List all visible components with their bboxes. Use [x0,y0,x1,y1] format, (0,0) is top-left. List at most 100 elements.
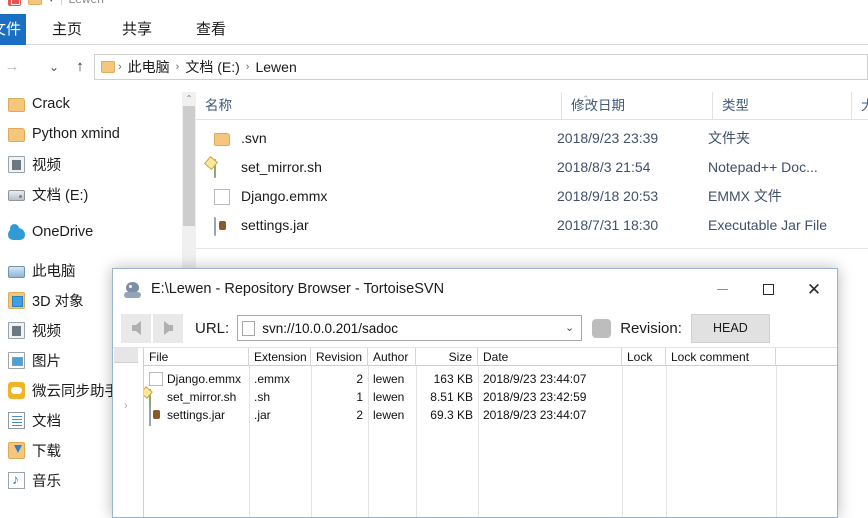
dialog-title-bar[interactable]: E:\Lewen - Repository Browser - Tortoise… [113,269,837,309]
breadcrumb-lewen[interactable]: Lewen [250,59,301,75]
table-row[interactable]: set_mirror.sh .sh 1 lewen 8.51 KB 2018/9… [144,388,837,408]
table-row[interactable]: Django.emmx .emmx 2 lewen 163 KB 2018/9/… [144,370,837,388]
column-header-name[interactable]: 名称 [196,92,561,120]
dialog-title: E:\Lewen - Repository Browser - Tortoise… [151,281,445,297]
sidebar-item-label: Crack [32,96,70,112]
tab-view[interactable]: 查看 [186,14,236,45]
cell-date: 2018/8/3 21:54 [557,159,651,175]
sidebar-item-drive-e[interactable]: 文档 (E:) [0,179,196,209]
repository-browser-dialog: E:\Lewen - Repository Browser - Tortoise… [112,268,838,518]
up-button[interactable]: ↑ [70,57,90,77]
cell-file: set_mirror.sh [167,390,237,404]
table-row[interactable]: settings.jar .jar 2 lewen 69.3 KB 2018/9… [144,406,837,426]
scroll-up-icon[interactable]: ⌃ [182,92,196,106]
cell-extension: .emmx [254,372,290,386]
tortoisesvn-icon [123,280,143,299]
column-header-size[interactable]: Size [416,348,478,366]
sidebar-item-label: 视频 [32,157,61,174]
window-title: Lewen [69,0,104,6]
close-button[interactable]: ✕ [791,269,837,309]
sidebar-item-videos[interactable]: 视频 [0,149,196,179]
weiyun-icon [8,381,25,399]
sidebar-item-python-xmind[interactable]: Python xmind [0,119,196,149]
column-header-date-modified[interactable]: 修改日期 [561,92,712,120]
column-header-lock[interactable]: Lock [622,348,666,366]
url-value: svn://10.0.0.201/sadoc [262,320,399,336]
cell-name: settings.jar [241,217,309,233]
dialog-toolbar: URL: svn://10.0.0.201/sadoc ⌄ Revision: … [113,309,837,348]
column-header-date[interactable]: Date [478,348,622,366]
tab-file[interactable]: 文件 [0,14,26,45]
back-button[interactable]: → [2,57,22,77]
cell-date: 2018/9/23 23:44:07 [483,372,587,386]
cell-revision: 2 [356,408,363,422]
chevron-down-icon[interactable]: ▾ [49,0,54,4]
sidebar-item-label: 视频 [32,323,61,340]
sidebar-item-onedrive[interactable]: OneDrive [0,217,196,247]
chevron-down-icon[interactable]: ⌄ [565,321,574,334]
file-list: .svn 2018/9/23 23:39 文件夹 set_mirror.sh 2… [196,124,868,248]
breadcrumb-this-pc[interactable]: 此电脑 [123,57,175,77]
cell-revision: 2 [356,372,363,386]
scrollbar-thumb[interactable] [183,106,195,226]
sidebar-item-label: 此电脑 [32,263,76,280]
cell-date: 2018/7/31 18:30 [557,217,659,233]
table-row[interactable]: .svn 2018/9/23 23:39 文件夹 [196,124,868,153]
drive-icon [8,190,25,201]
address-bar-row: → ⌄ ↑ › 此电脑 › 文档 (E:) › Lewen [0,45,868,89]
column-header-revision[interactable]: Revision [311,348,368,366]
breadcrumb-drive[interactable]: 文档 (E:) [180,57,244,77]
column-header-extension[interactable]: Extension [249,348,311,366]
divider [196,248,868,249]
table-row[interactable]: set_mirror.sh 2018/8/3 21:54 Notepad++ D… [196,153,868,182]
column-header-type[interactable]: 类型 [712,92,851,120]
repository-file-list: File ⌃ Extension Revision Author Size Da… [144,348,837,517]
column-header-lock-comment[interactable]: Lock comment [666,348,776,366]
folder-icon [214,133,230,146]
sidebar-item-label: Python xmind [32,126,120,142]
documents-icon [8,411,25,429]
cell-revision: 1 [356,390,363,404]
cell-type: 文件夹 [708,130,750,146]
maximize-button[interactable] [745,269,791,309]
folder-icon [28,0,42,5]
sidebar-item-label: 文档 [32,413,61,430]
recent-locations-button[interactable]: ⌄ [44,57,64,77]
cell-type: Executable Jar File [708,217,828,233]
sidebar-item-label: 图片 [32,353,61,370]
cloud-icon [8,223,25,240]
tab-share[interactable]: 共享 [112,14,162,45]
address-bar[interactable]: › 此电脑 › 文档 (E:) › Lewen [94,54,868,80]
column-header-filler[interactable] [776,348,837,366]
cell-file: settings.jar [167,408,226,422]
sidebar-item-label: 下载 [32,443,61,460]
cell-author: lewen [373,408,405,422]
video-icon [8,155,25,173]
sort-indicator-icon: ⌃ [199,348,206,354]
column-header-file[interactable]: File [144,348,249,366]
sidebar-item-crack[interactable]: Crack [0,89,196,119]
back-button[interactable] [121,313,151,343]
head-revision-button[interactable]: HEAD [690,313,770,343]
minimize-button[interactable] [699,269,745,309]
expand-tree-icon[interactable]: › [124,400,128,412]
tab-home[interactable]: 主页 [42,14,92,45]
column-header-author[interactable]: Author [368,348,416,366]
table-row[interactable]: Django.emmx 2018/9/18 20:53 EMMX 文件 [196,182,868,211]
url-combobox[interactable]: svn://10.0.0.201/sadoc ⌄ [237,315,583,341]
table-row[interactable]: settings.jar 2018/7/31 18:30 Executable … [196,211,868,240]
dialog-body: › File ⌃ Extension Revision Author Size … [113,348,837,517]
document-icon [242,320,256,336]
sidebar-item-label: 文档 (E:) [32,187,89,204]
column-header-size[interactable]: 大 [851,92,868,120]
cell-size: 163 KB [433,372,473,386]
repository-tree-pane[interactable]: › [113,348,144,517]
cell-file: Django.emmx [167,372,242,386]
cell-extension: .jar [254,408,271,422]
forward-button[interactable] [153,313,183,343]
revision-icon [592,318,612,338]
file-list-column-headers: 名称 ⌃ 修改日期 类型 大 [196,92,868,120]
cell-type: Notepad++ Doc... [708,159,818,175]
jar-icon [214,217,216,236]
tree-header [114,348,138,363]
